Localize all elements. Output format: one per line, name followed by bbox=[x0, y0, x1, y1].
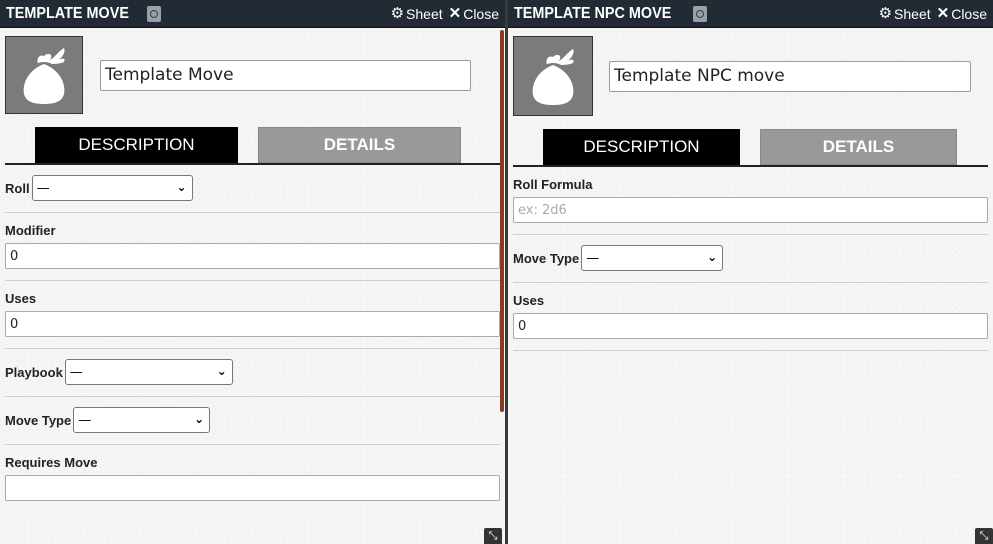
item-image[interactable] bbox=[5, 36, 83, 114]
bag-icon bbox=[23, 48, 65, 104]
requires-move-input[interactable] bbox=[5, 475, 500, 501]
move-type-field: Move Type — ⌄ bbox=[513, 235, 988, 283]
requires-move-label: Requires Move bbox=[5, 455, 98, 470]
document-badge-icon[interactable] bbox=[146, 5, 161, 22]
move-type-label: Move Type bbox=[5, 412, 72, 428]
modifier-field: Modifier bbox=[5, 213, 500, 281]
window-titlebar[interactable]: TEMPLATE NPC MOVE ⚙ Sheet ✕ Close bbox=[508, 0, 993, 28]
roll-formula-input[interactable] bbox=[513, 197, 988, 223]
modifier-label: Modifier bbox=[5, 223, 56, 238]
document-badge-icon[interactable] bbox=[692, 5, 707, 22]
move-type-label: Move Type bbox=[513, 250, 580, 266]
tab-details[interactable]: DETAILS bbox=[258, 127, 461, 163]
uses-label: Uses bbox=[513, 293, 545, 308]
modifier-input[interactable] bbox=[5, 243, 500, 269]
item-name-input[interactable] bbox=[100, 59, 471, 91]
uses-input[interactable] bbox=[513, 313, 988, 339]
resize-icon[interactable]: ⤡ bbox=[975, 528, 993, 544]
gear-icon: ⚙ bbox=[390, 5, 405, 22]
npc-move-sheet-window: TEMPLATE NPC MOVE ⚙ Sheet ✕ Close Templa… bbox=[508, 0, 993, 544]
chevron-down-icon: ⌄ bbox=[216, 364, 227, 378]
move-type-select[interactable]: — ⌄ bbox=[73, 407, 211, 433]
item-name-input[interactable] bbox=[609, 60, 971, 92]
window-title: TEMPLATE MOVE bbox=[6, 4, 129, 22]
move-type-select-value: — bbox=[586, 250, 600, 266]
sheet-config-button[interactable]: ⚙ Sheet bbox=[879, 6, 931, 22]
tab-description[interactable]: DESCRIPTION bbox=[543, 129, 740, 165]
close-label: Close bbox=[951, 5, 987, 22]
roll-formula-label: Roll Formula bbox=[513, 177, 593, 192]
close-button[interactable]: ✕ Close bbox=[937, 6, 987, 22]
roll-formula-field: Roll Formula bbox=[513, 167, 988, 235]
playbook-select-value: — bbox=[69, 364, 83, 380]
chevron-down-icon: ⌄ bbox=[194, 412, 205, 426]
bag-icon bbox=[532, 49, 574, 105]
sheet-label: Sheet bbox=[894, 5, 931, 22]
close-label: Close bbox=[463, 5, 499, 22]
resize-icon[interactable]: ⤡ bbox=[484, 528, 502, 544]
window-title: TEMPLATE NPC MOVE bbox=[514, 4, 672, 22]
uses-input[interactable] bbox=[5, 311, 500, 337]
requires-move-field: Requires Move bbox=[5, 445, 500, 512]
uses-field: Uses bbox=[5, 281, 500, 349]
move-type-select[interactable]: — ⌄ bbox=[581, 245, 724, 271]
roll-label: Roll bbox=[5, 180, 30, 196]
move-type-select-value: — bbox=[78, 412, 92, 428]
roll-select-value: — bbox=[36, 180, 50, 196]
chevron-down-icon: ⌄ bbox=[176, 180, 187, 194]
uses-label: Uses bbox=[5, 291, 37, 306]
chevron-down-icon: ⌄ bbox=[707, 250, 718, 264]
playbook-label: Playbook bbox=[5, 364, 63, 380]
playbook-select[interactable]: — ⌄ bbox=[64, 359, 233, 385]
move-sheet-window: TEMPLATE MOVE ⚙ Sheet ✕ Close Template M… bbox=[0, 0, 505, 544]
close-icon: ✕ bbox=[936, 5, 950, 22]
item-image[interactable] bbox=[513, 36, 593, 116]
tab-details[interactable]: DETAILS bbox=[760, 129, 957, 165]
gear-icon: ⚙ bbox=[878, 5, 893, 22]
sheet-config-button[interactable]: ⚙ Sheet bbox=[391, 6, 443, 22]
roll-select[interactable]: — ⌄ bbox=[31, 175, 193, 201]
sheet-label: Sheet bbox=[406, 5, 443, 22]
tab-description[interactable]: DESCRIPTION bbox=[35, 127, 238, 163]
window-titlebar[interactable]: TEMPLATE MOVE ⚙ Sheet ✕ Close bbox=[0, 0, 505, 28]
uses-field: Uses bbox=[513, 283, 988, 351]
close-button[interactable]: ✕ Close bbox=[449, 6, 499, 22]
scrollbar[interactable] bbox=[500, 30, 504, 412]
roll-field: Roll — ⌄ bbox=[5, 165, 500, 213]
playbook-field: Playbook — ⌄ bbox=[5, 349, 500, 397]
close-icon: ✕ bbox=[448, 5, 462, 22]
move-type-field: Move Type — ⌄ bbox=[5, 397, 500, 445]
